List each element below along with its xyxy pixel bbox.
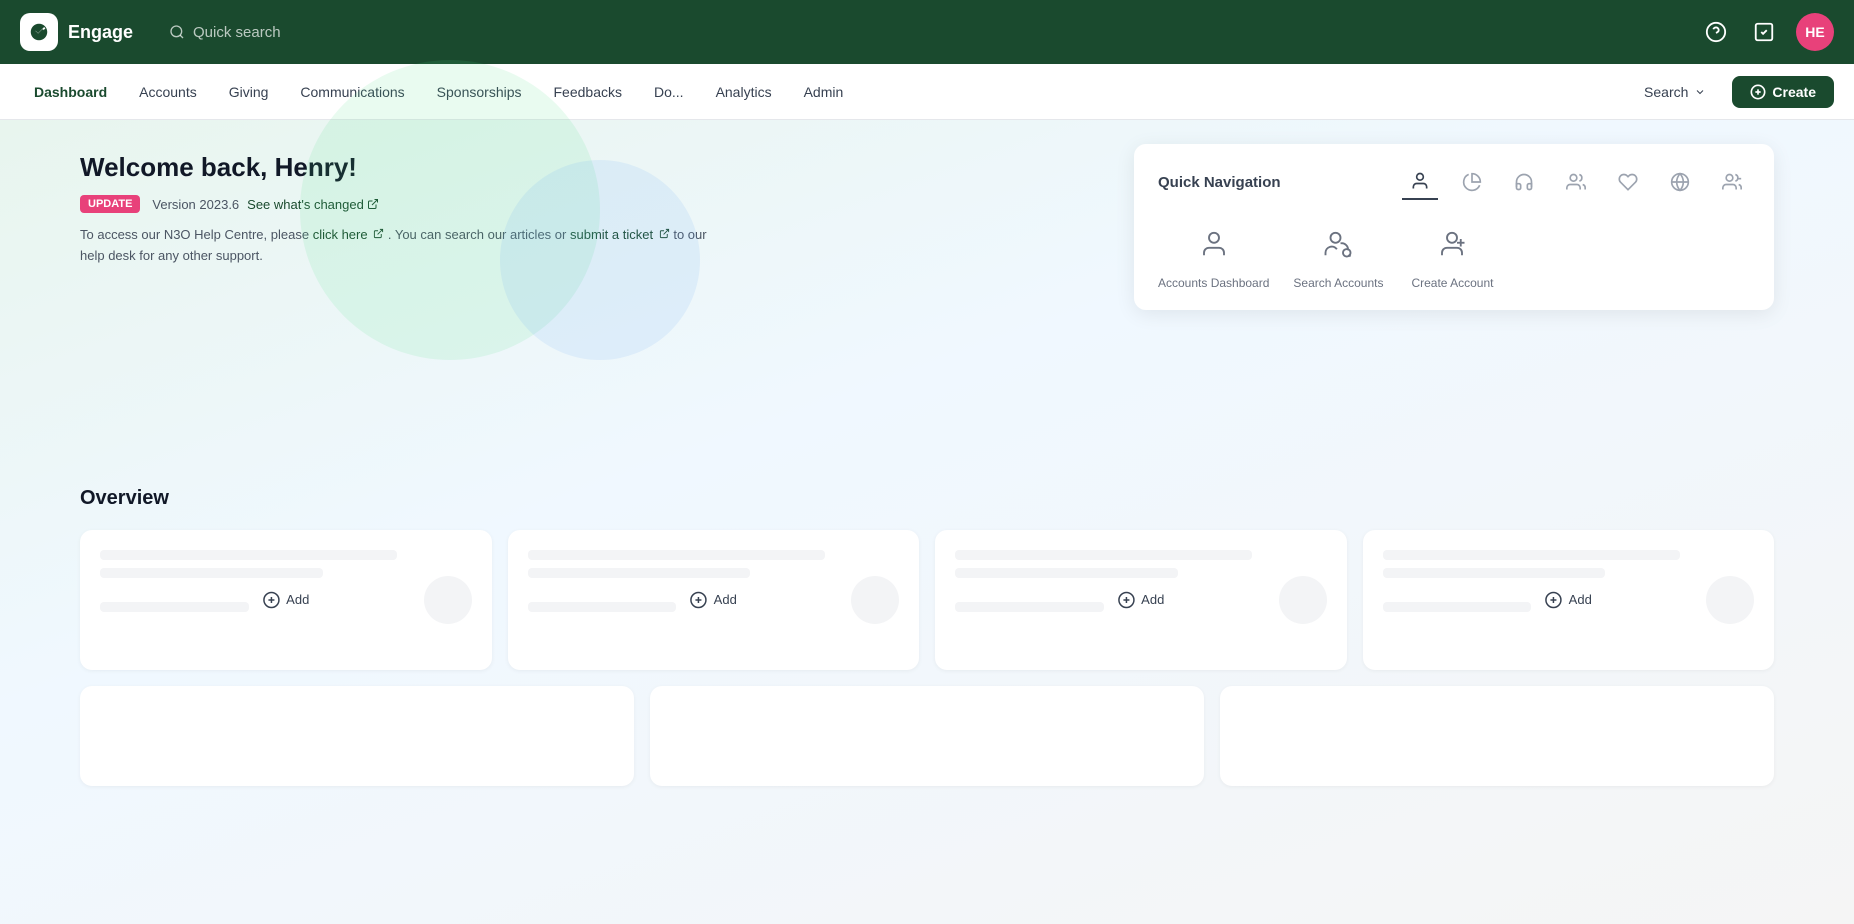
- quick-nav-tab-favourites[interactable]: [1610, 164, 1646, 200]
- logo-wrap[interactable]: Engage: [20, 13, 133, 51]
- quick-navigation-card: Quick Navigation: [1134, 144, 1774, 310]
- quick-action-create-account[interactable]: Create Account: [1407, 220, 1497, 290]
- nav-item-do[interactable]: Do...: [640, 78, 698, 106]
- skeleton-7: [955, 550, 1252, 560]
- quick-action-search-accounts[interactable]: Search Accounts: [1293, 220, 1383, 290]
- nav-item-dashboard[interactable]: Dashboard: [20, 78, 121, 106]
- overview-card-7: [1220, 686, 1774, 786]
- quick-nav-header: Quick Navigation: [1158, 164, 1750, 200]
- quick-search-label: Quick search: [193, 24, 281, 41]
- skeleton-2: [100, 568, 323, 578]
- help-icon[interactable]: [1700, 16, 1732, 48]
- task-icon[interactable]: [1748, 16, 1780, 48]
- create-account-label: Create Account: [1411, 276, 1493, 290]
- card-avatar-1: [424, 576, 472, 624]
- card-avatar-2: [851, 576, 899, 624]
- card-add-button-4[interactable]: Add: [1545, 591, 1592, 609]
- create-label: Create: [1772, 84, 1816, 100]
- bg-shape-2: [500, 160, 700, 360]
- quick-nav-title: Quick Navigation: [1158, 174, 1281, 191]
- topbar-right: HE: [1700, 13, 1834, 51]
- nav-item-giving[interactable]: Giving: [215, 78, 283, 106]
- accounts-dashboard-label: Accounts Dashboard: [1158, 276, 1269, 290]
- navbar-right: Search Create: [1630, 76, 1834, 108]
- quick-nav-tab-admin[interactable]: [1714, 164, 1750, 200]
- user-avatar[interactable]: HE: [1796, 13, 1834, 51]
- nav-item-accounts[interactable]: Accounts: [125, 78, 211, 106]
- navbar: Dashboard Accounts Giving Communications…: [0, 64, 1854, 120]
- card-avatar-4: [1706, 576, 1754, 624]
- quick-nav-tab-settings[interactable]: [1662, 164, 1698, 200]
- skeleton-1: [100, 550, 397, 560]
- quick-nav-tab-icons: [1297, 164, 1750, 200]
- skeleton-10: [1383, 550, 1680, 560]
- overview-section: Overview Add: [80, 487, 1774, 786]
- app-logo: [20, 13, 58, 51]
- create-button[interactable]: Create: [1732, 76, 1834, 108]
- card-avatar-3: [1279, 576, 1327, 624]
- overview-card-1: Add: [80, 530, 492, 670]
- quick-action-accounts-dashboard[interactable]: Accounts Dashboard: [1158, 220, 1269, 290]
- overview-card-3: Add: [935, 530, 1347, 670]
- skeleton-8: [955, 568, 1178, 578]
- overview-cards-row1: Add Add: [80, 530, 1774, 670]
- quick-nav-actions: Accounts Dashboard Search Accounts: [1158, 220, 1750, 290]
- skeleton-5: [528, 568, 751, 578]
- version-text: Version 2023.6: [152, 197, 239, 212]
- nav-item-admin[interactable]: Admin: [790, 78, 858, 106]
- quick-nav-tab-sponsorships[interactable]: [1558, 164, 1594, 200]
- overview-card-5: [80, 686, 634, 786]
- quick-nav-tab-giving[interactable]: [1454, 164, 1490, 200]
- topbar: Engage Quick search HE: [0, 0, 1854, 64]
- overview-cards-row2: [80, 686, 1774, 786]
- skeleton-3: [100, 602, 249, 612]
- card-add-button-3[interactable]: Add: [1117, 591, 1164, 609]
- quick-search-button[interactable]: Quick search: [169, 24, 281, 41]
- overview-card-6: [650, 686, 1204, 786]
- card-add-button-2[interactable]: Add: [690, 591, 737, 609]
- skeleton-12: [1383, 602, 1532, 612]
- quick-nav-tab-accounts[interactable]: [1402, 164, 1438, 200]
- quick-nav-tab-communications[interactable]: [1506, 164, 1542, 200]
- card-add-button-1[interactable]: Add: [262, 591, 309, 609]
- accounts-dashboard-icon: [1190, 220, 1238, 268]
- main-content: Welcome back, Henry! UPDATE Version 2023…: [0, 120, 1854, 924]
- create-account-icon: [1428, 220, 1476, 268]
- search-accounts-icon: [1314, 220, 1362, 268]
- skeleton-4: [528, 550, 825, 560]
- skeleton-6: [528, 602, 677, 612]
- search-accounts-label: Search Accounts: [1293, 276, 1383, 290]
- overview-card-2: Add: [508, 530, 920, 670]
- overview-title: Overview: [80, 487, 1774, 510]
- search-label: Search: [1644, 84, 1688, 100]
- skeleton-11: [1383, 568, 1606, 578]
- overview-card-4: Add: [1363, 530, 1775, 670]
- search-button[interactable]: Search: [1630, 78, 1720, 106]
- app-name: Engage: [68, 22, 133, 43]
- nav-item-analytics[interactable]: Analytics: [702, 78, 786, 106]
- skeleton-9: [955, 602, 1104, 612]
- update-badge: UPDATE: [80, 195, 140, 213]
